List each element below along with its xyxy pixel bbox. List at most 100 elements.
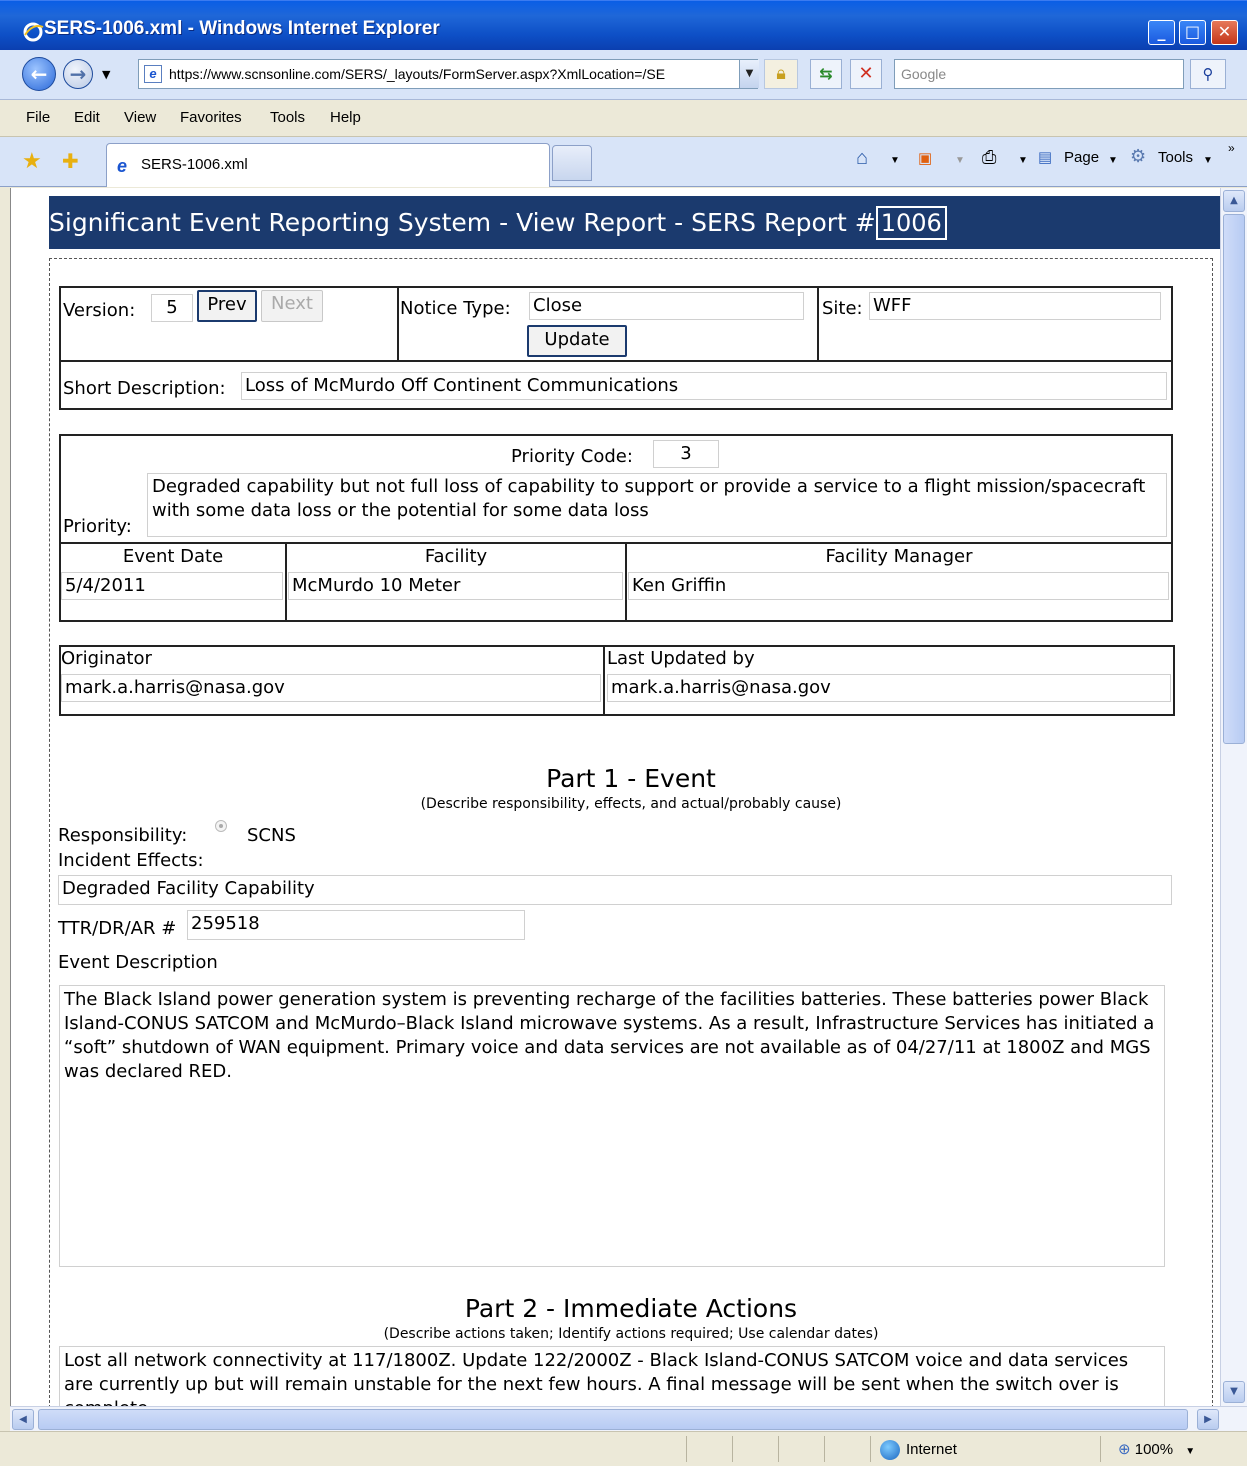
- event-description-label: Event Description: [58, 952, 218, 973]
- close-button[interactable]: ✕: [1211, 20, 1238, 45]
- notice-type-field[interactable]: Close: [529, 292, 804, 320]
- radio-dot-icon: [219, 824, 223, 828]
- globe-icon: [880, 1440, 900, 1460]
- next-button[interactable]: Next: [261, 290, 323, 322]
- tab-sers-1006[interactable]: e SERS-1006.xml: [106, 143, 550, 187]
- address-bar-row: ← → ▼ e https://www.scnsonline.com/SERS/…: [0, 50, 1247, 100]
- minimize-button[interactable]: _: [1148, 20, 1175, 45]
- stop-button[interactable]: ✕: [850, 59, 882, 89]
- prev-button[interactable]: Prev: [197, 290, 257, 322]
- favorites-star-icon[interactable]: ★: [22, 149, 42, 174]
- search-input[interactable]: Google: [894, 59, 1184, 89]
- banner-title: Significant Event Reporting System - Vie…: [49, 208, 876, 237]
- priority-code-field[interactable]: 3: [653, 440, 719, 468]
- divider: [817, 286, 819, 361]
- home-icon[interactable]: ⌂: [856, 147, 868, 170]
- event-date-field[interactable]: 5/4/2011: [61, 572, 283, 600]
- ttr-label: TTR/DR/AR #: [58, 918, 177, 939]
- facility-manager-field[interactable]: Ken Griffin: [628, 572, 1169, 600]
- menu-bar: File Edit View Favorites Tools Help: [0, 101, 1247, 137]
- scroll-up-icon[interactable]: ▲: [1223, 190, 1245, 212]
- print-dropdown-icon[interactable]: ▼: [1018, 155, 1028, 166]
- incident-effects-label: Incident Effects:: [58, 850, 204, 871]
- short-description-field[interactable]: Loss of McMurdo Off Continent Communicat…: [241, 372, 1167, 400]
- menu-help[interactable]: Help: [330, 109, 361, 126]
- hscroll-thumb[interactable]: [38, 1409, 1188, 1430]
- scroll-thumb[interactable]: [1223, 214, 1245, 744]
- address-dropdown-icon[interactable]: ▼: [739, 60, 759, 88]
- recent-pages-dropdown-icon[interactable]: ▼: [102, 68, 110, 81]
- incident-effects-field[interactable]: Degraded Facility Capability: [58, 875, 1172, 905]
- page-menu-icon: ▤: [1038, 149, 1053, 166]
- address-text: https://www.scnsonline.com/SERS/_layouts…: [169, 66, 666, 82]
- gear-icon: ⚙: [1130, 146, 1147, 166]
- scroll-down-icon[interactable]: ▼: [1223, 1381, 1245, 1403]
- divider: [824, 1436, 825, 1462]
- part1-subtitle: (Describe responsibility, effects, and a…: [420, 796, 842, 812]
- menu-file[interactable]: File: [26, 109, 50, 126]
- window-title: SERS-1006.xml - Windows Internet Explore…: [44, 18, 440, 39]
- last-updated-label: Last Updated by: [607, 648, 755, 669]
- new-tab-button[interactable]: [552, 145, 592, 181]
- last-updated-field[interactable]: mark.a.harris@nasa.gov: [607, 674, 1171, 702]
- version-field[interactable]: 5: [151, 294, 193, 322]
- menu-favorites[interactable]: Favorites: [180, 109, 242, 126]
- ie-icon: [23, 22, 44, 42]
- originator-label: Originator: [61, 648, 152, 669]
- add-favorite-icon[interactable]: ✚: [62, 149, 79, 173]
- facility-manager-header: Facility Manager: [825, 546, 973, 567]
- tools-menu[interactable]: Tools: [1158, 149, 1193, 166]
- status-bar: Internet ⊕ 100% ▼: [0, 1431, 1247, 1466]
- forward-button[interactable]: →: [63, 59, 93, 89]
- search-icon[interactable]: ⚲: [1190, 59, 1226, 89]
- part1-title: Part 1 - Event: [546, 764, 716, 793]
- priority-code-label: Priority Code:: [511, 446, 633, 467]
- responsibility-radio[interactable]: [215, 820, 227, 832]
- responsibility-label: Responsibility:: [58, 825, 188, 846]
- zoom-level: 100%: [1134, 1441, 1174, 1458]
- divider: [603, 645, 605, 716]
- page-menu[interactable]: Page: [1064, 149, 1099, 166]
- notice-type-label: Notice Type:: [400, 298, 511, 319]
- zoom-dropdown-icon[interactable]: ▼: [1185, 1446, 1195, 1457]
- immediate-actions-field[interactable]: Lost all network connectivity at 117/180…: [59, 1346, 1165, 1406]
- divider: [59, 360, 1173, 362]
- home-dropdown-icon[interactable]: ▼: [890, 155, 900, 166]
- lock-icon[interactable]: 🔒︎: [764, 59, 798, 89]
- divider: [686, 1436, 687, 1462]
- menu-tools[interactable]: Tools: [270, 109, 305, 126]
- tools-dropdown-icon[interactable]: ▼: [1203, 155, 1213, 166]
- page-dropdown-icon[interactable]: ▼: [1108, 155, 1118, 166]
- page-icon: e: [144, 65, 162, 83]
- maximize-button[interactable]: □: [1179, 20, 1206, 45]
- zone-label: Internet: [906, 1440, 957, 1458]
- horizontal-scrollbar[interactable]: ◀ ▶: [10, 1406, 1247, 1431]
- scroll-right-icon[interactable]: ▶: [1197, 1409, 1219, 1430]
- vertical-scrollbar[interactable]: ▲ ▼: [1220, 188, 1247, 1406]
- feeds-dropdown-icon[interactable]: ▼: [955, 155, 965, 166]
- ttr-field[interactable]: 259518: [187, 910, 525, 940]
- site-field[interactable]: WFF: [869, 292, 1161, 320]
- feeds-icon[interactable]: ▣: [918, 149, 932, 167]
- zoom-control[interactable]: ⊕ 100% ▼: [1118, 1440, 1195, 1458]
- originator-field[interactable]: mark.a.harris@nasa.gov: [61, 674, 601, 702]
- print-icon[interactable]: ⎙: [982, 147, 996, 168]
- facility-field[interactable]: McMurdo 10 Meter: [288, 572, 623, 600]
- responsibility-value: SCNS: [247, 825, 296, 846]
- priority-label: Priority:: [63, 516, 132, 537]
- chevron-more-icon[interactable]: »: [1228, 141, 1235, 155]
- back-button[interactable]: ←: [22, 57, 56, 91]
- menu-view[interactable]: View: [124, 109, 156, 126]
- scroll-left-icon[interactable]: ◀: [12, 1409, 34, 1430]
- tab-bar: ★ ✚ e SERS-1006.xml ⌂ ▼ ▣ ▼ ⎙ ▼ ▤ Page ▼…: [0, 137, 1247, 187]
- security-zone[interactable]: Internet: [880, 1440, 957, 1460]
- priority-description-field[interactable]: Degraded capability but not full loss of…: [147, 473, 1167, 537]
- event-description-field[interactable]: The Black Island power generation system…: [59, 985, 1165, 1267]
- zoom-icon: ⊕: [1118, 1441, 1131, 1458]
- title-bar[interactable]: SERS-1006.xml - Windows Internet Explore…: [0, 0, 1247, 50]
- menu-edit[interactable]: Edit: [74, 109, 100, 126]
- refresh-button[interactable]: ⇆: [810, 59, 842, 89]
- address-input[interactable]: e https://www.scnsonline.com/SERS/_layou…: [138, 59, 758, 89]
- divider: [59, 542, 1173, 544]
- update-button[interactable]: Update: [527, 325, 627, 357]
